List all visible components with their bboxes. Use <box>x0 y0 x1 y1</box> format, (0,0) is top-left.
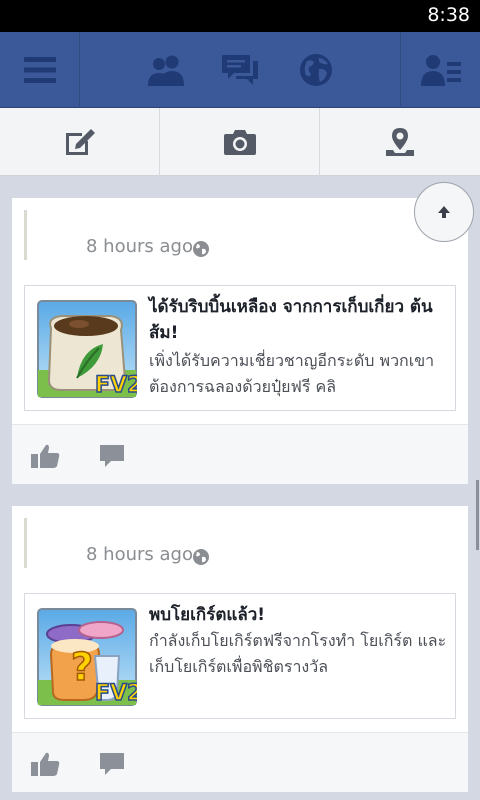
post-actions <box>12 732 468 792</box>
globe-icon <box>193 241 209 257</box>
like-icon[interactable] <box>30 751 62 777</box>
attachment-title[interactable]: พบโยเกิร์ตแล้ว! <box>149 602 449 628</box>
post-attachment[interactable]: FV2 ได้รับริบบิ้นเหลือง จากการเก็บเกี่ยว… <box>24 285 456 411</box>
messages-button[interactable] <box>214 32 266 108</box>
photo-icon <box>224 130 256 155</box>
post-header: 8 hours ago <box>12 198 468 282</box>
messages-icon <box>222 55 258 85</box>
avatar[interactable] <box>24 518 74 568</box>
friends-icon <box>148 55 184 86</box>
friend-requests-button[interactable] <box>401 32 480 108</box>
photo-button[interactable] <box>160 108 320 176</box>
notifications-globe-icon <box>300 54 332 86</box>
top-nav <box>0 32 480 108</box>
question-mark: ? <box>71 645 93 689</box>
friends-button[interactable] <box>140 32 192 108</box>
scroll-to-top-button[interactable] <box>414 182 474 242</box>
menu-button[interactable] <box>0 32 79 108</box>
post-actions <box>12 424 468 484</box>
fv2-badge: FV2 <box>95 373 137 398</box>
attachment-description: กำลังเก็บโยเกิร์ตฟรีจากโรงทำ โยเกิร์ต แล… <box>149 631 447 676</box>
composer-bar <box>0 108 480 176</box>
notifications-button[interactable] <box>290 32 342 108</box>
arrow-up-icon <box>438 206 450 218</box>
check-in-icon <box>386 128 414 156</box>
status-button[interactable] <box>0 108 160 176</box>
check-in-button[interactable] <box>320 108 480 176</box>
comment-icon[interactable] <box>98 751 126 777</box>
farmville-yogurt-icon: ? FV2 <box>37 608 137 706</box>
post-attachment[interactable]: ? FV2 พบโยเกิร์ตแล้ว! กำลังเก็บโยเกิร์ตฟ… <box>24 593 456 719</box>
comment-icon[interactable] <box>98 443 126 469</box>
menu-icon <box>23 57 56 83</box>
attachment-description: เพิ่งได้รับความเชี่ยวชาญอีกระดับ พวกเขาต… <box>149 351 435 396</box>
avatar[interactable] <box>24 210 74 260</box>
globe-icon <box>193 549 209 565</box>
attachment-title[interactable]: ได้รับริบบิ้นเหลือง จากการเก็บเกี่ยว ต้น… <box>149 294 449 346</box>
status-icon <box>66 129 95 155</box>
nav-divider <box>79 32 80 108</box>
feed-post: 8 hours ago FV2 ได้รับริบบิ้นเหลือง จากก… <box>12 198 468 484</box>
post-header: 8 hours ago <box>12 506 468 590</box>
status-bar: 8:38 <box>0 0 480 32</box>
status-clock: 8:38 <box>427 4 470 26</box>
post-timestamp[interactable]: 8 hours ago <box>86 236 193 257</box>
friend-requests-icon <box>420 55 461 86</box>
post-timestamp[interactable]: 8 hours ago <box>86 544 193 565</box>
scrollbar[interactable] <box>476 480 479 550</box>
feed-post: 8 hours ago ? FV2 พบโยเกิร์ตแล้ว! กำลังเ <box>12 506 468 792</box>
fv2-badge: FV2 <box>95 681 137 706</box>
like-icon[interactable] <box>30 443 62 469</box>
farmville-fertilizer-icon: FV2 <box>37 300 137 398</box>
